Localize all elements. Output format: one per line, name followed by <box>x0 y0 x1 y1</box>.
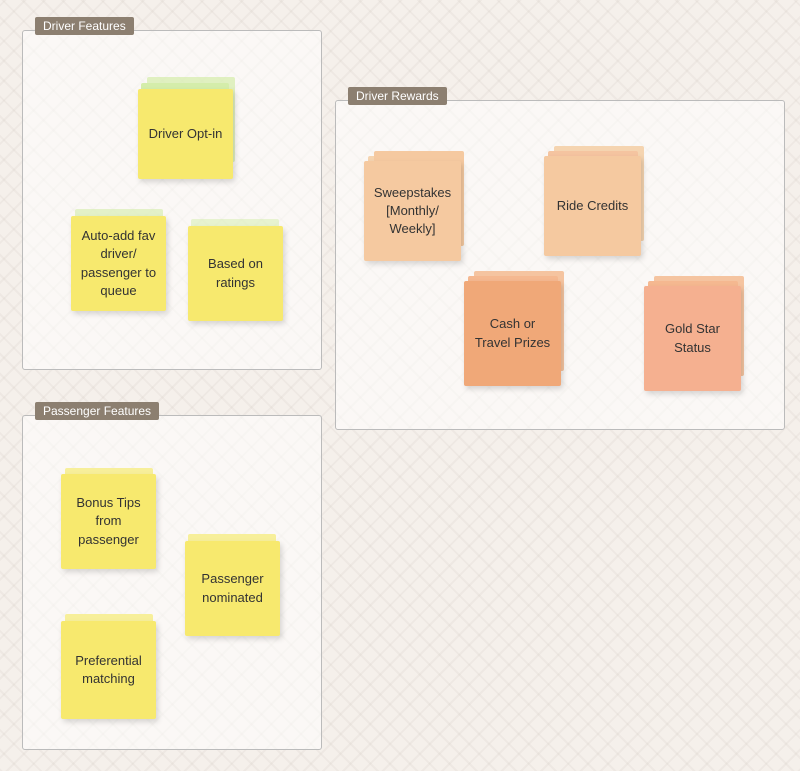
driver-features-label: Driver Features <box>35 17 134 35</box>
gold-star-note: Gold Star Status <box>644 286 741 391</box>
passenger-nominated-note: Passenger nominated <box>185 541 280 636</box>
driver-rewards-label: Driver Rewards <box>348 87 447 105</box>
ride-credits-note: Ride Credits <box>544 156 641 256</box>
cash-prizes-note: Cash or Travel Prizes <box>464 281 561 386</box>
driver-features-group: Driver Features Driver Opt-in Auto-add f… <box>22 30 322 370</box>
bonus-tips-note: Bonus Tips from passenger <box>61 474 156 569</box>
driver-optin-note: Driver Opt-in <box>138 89 233 179</box>
passenger-features-label: Passenger Features <box>35 402 159 420</box>
sweepstakes-note: Sweepstakes [Monthly/ Weekly] <box>364 161 461 261</box>
preferential-matching-note: Preferential matching <box>61 621 156 719</box>
based-on-ratings-note: Based on ratings <box>188 226 283 321</box>
driver-rewards-group: Driver Rewards Sweepstakes [Monthly/ Wee… <box>335 100 785 430</box>
passenger-features-group: Passenger Features Bonus Tips from passe… <box>22 415 322 750</box>
auto-add-note: Auto-add fav driver/ passenger to queue <box>71 216 166 311</box>
